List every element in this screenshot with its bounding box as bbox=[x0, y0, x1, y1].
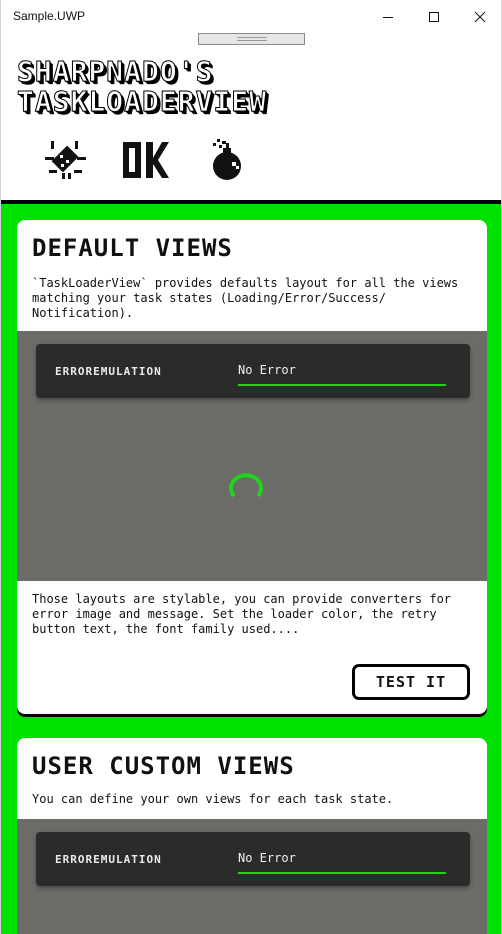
error-emulation-label: ERROREMULATION bbox=[55, 853, 162, 866]
content-area[interactable]: DEFAULT VIEWS `TaskLoaderView` provides … bbox=[1, 204, 501, 934]
minimize-icon bbox=[383, 16, 393, 18]
maximize-icon bbox=[429, 11, 439, 22]
app-title-line-1: SHARPNADO'S bbox=[16, 55, 214, 88]
bug-icon bbox=[41, 135, 91, 185]
task-loader-demo: ERROREMULATION No Error bbox=[17, 819, 487, 934]
card-description: `TaskLoaderView` provides defaults layou… bbox=[32, 276, 459, 320]
error-emulation-select[interactable]: No Error bbox=[238, 850, 446, 874]
error-emulation-bar: ERROREMULATION No Error bbox=[36, 832, 470, 886]
window-title: Sample.UWP bbox=[13, 9, 86, 23]
test-it-button[interactable]: TEST IT bbox=[352, 664, 470, 700]
app-title: SHARPNADO'S TASKLOADERVIEW bbox=[16, 55, 268, 118]
close-button[interactable] bbox=[457, 0, 502, 33]
error-emulation-select[interactable]: No Error bbox=[238, 362, 446, 386]
task-loader-demo: ERROREMULATION No Error bbox=[17, 331, 487, 581]
default-views-card: DEFAULT VIEWS `TaskLoaderView` provides … bbox=[17, 220, 487, 714]
card-title: USER CUSTOM VIEWS bbox=[32, 752, 295, 780]
error-emulation-label: ERROREMULATION bbox=[55, 365, 162, 378]
error-emulation-bar: ERROREMULATION No Error bbox=[36, 344, 470, 398]
card-description: You can define your own views for each t… bbox=[32, 792, 394, 806]
bomb-icon bbox=[201, 135, 251, 185]
close-icon bbox=[474, 11, 486, 22]
card-title: DEFAULT VIEWS bbox=[32, 234, 233, 262]
error-emulation-value: No Error bbox=[238, 363, 296, 377]
user-custom-views-card: USER CUSTOM VIEWS You can define your ow… bbox=[17, 738, 487, 934]
app-window: Sample.UWP SHARPNADO'S TASKLOADERVIEW DE… bbox=[0, 0, 502, 934]
header: SHARPNADO'S TASKLOADERVIEW bbox=[1, 45, 501, 201]
card-note: Those layouts are stylable, you can prov… bbox=[32, 592, 452, 636]
title-bar[interactable]: Sample.UWP bbox=[1, 0, 501, 33]
ok-icon bbox=[119, 135, 173, 185]
minimize-button[interactable] bbox=[365, 0, 411, 33]
status-icons bbox=[1, 135, 501, 185]
maximize-button[interactable] bbox=[411, 0, 457, 33]
app-title-line-2: TASKLOADERVIEW bbox=[16, 85, 268, 118]
error-emulation-value: No Error bbox=[238, 851, 296, 865]
drag-grip[interactable] bbox=[198, 33, 305, 45]
loading-spinner-icon bbox=[229, 473, 263, 498]
